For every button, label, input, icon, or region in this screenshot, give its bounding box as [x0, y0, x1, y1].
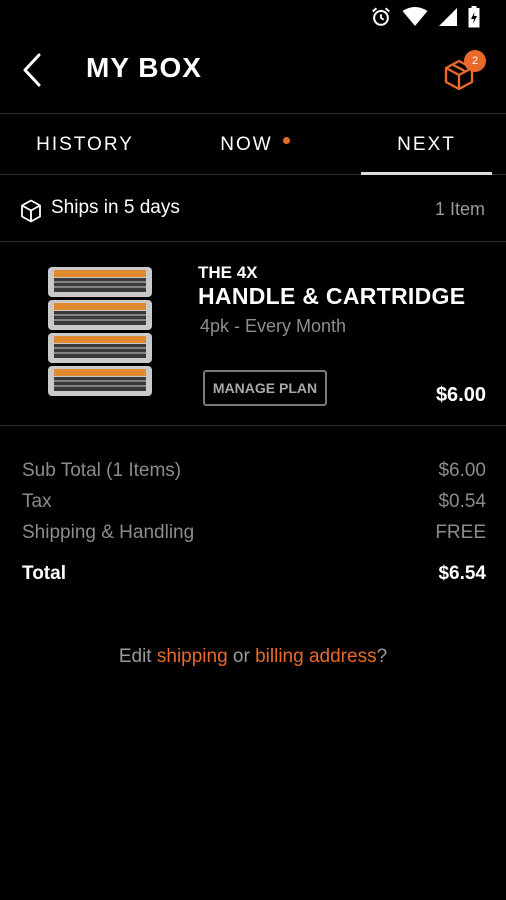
shipping-handling-row: Shipping & Handling FREE — [22, 522, 486, 550]
page-title: MY BOX — [86, 52, 202, 83]
tax-value: $0.54 — [438, 491, 486, 512]
edit-middle: or — [227, 646, 256, 667]
edit-billing-link[interactable]: billing address — [255, 646, 376, 667]
edit-address-line: Edit shipping or billing address? — [0, 646, 506, 668]
edit-prefix: Edit — [118, 646, 157, 667]
notification-dot — [282, 137, 290, 144]
tab-history[interactable]: HISTORY — [0, 114, 170, 175]
box-outline-icon — [21, 199, 41, 223]
tax-label: Tax — [22, 491, 52, 512]
shipping-info-row: Ships in 5 days 1 Item — [0, 176, 506, 242]
total-value: $6.54 — [438, 563, 486, 584]
razor-cartridges-image — [48, 267, 152, 396]
product-card: THE 4X HANDLE & CARTRIDGE 4pk - Every Mo… — [0, 243, 506, 426]
tab-now[interactable]: NOW — [170, 114, 340, 175]
product-name: HANDLE & CARTRIDGE — [198, 283, 466, 309]
tab-now-label: NOW — [220, 133, 273, 155]
ship-eta-text: Ships in 5 days — [51, 197, 180, 218]
cart-badge: 2 — [464, 50, 486, 72]
subtotal-label: Sub Total (1 Items) — [22, 460, 182, 481]
chevron-left-icon — [23, 53, 41, 87]
tab-history-label: HISTORY — [36, 133, 134, 155]
active-tab-indicator — [361, 172, 492, 175]
product-plan: 4pk - Every Month — [200, 316, 347, 336]
shipping-handling-value: FREE — [435, 522, 486, 543]
alarm-icon — [372, 7, 390, 26]
product-price: $6.00 — [435, 384, 486, 406]
item-count: 1 Item — [434, 199, 485, 219]
back-button[interactable] — [14, 50, 50, 90]
app-bar: MY BOX 2 — [0, 36, 506, 112]
signal-icon — [439, 8, 457, 26]
status-bar — [0, 0, 506, 36]
subtotal-row: Sub Total (1 Items) $6.00 — [22, 460, 486, 488]
subtotal-value: $6.00 — [438, 460, 486, 481]
shipping-handling-label: Shipping & Handling — [22, 522, 195, 543]
total-row: Total $6.54 — [22, 563, 486, 591]
edit-shipping-link[interactable]: shipping — [157, 646, 228, 667]
battery-icon — [468, 6, 480, 28]
tab-bar: HISTORY NOW NEXT — [0, 113, 506, 175]
box-cart-button[interactable]: 2 — [442, 50, 486, 94]
total-label: Total — [22, 563, 66, 584]
edit-suffix: ? — [376, 646, 388, 667]
tab-next-label: NEXT — [397, 133, 456, 155]
tab-next[interactable]: NEXT — [361, 114, 492, 175]
status-icons — [370, 6, 480, 28]
manage-plan-button[interactable]: MANAGE PLAN — [203, 370, 327, 406]
tax-row: Tax $0.54 — [22, 491, 486, 519]
product-brand-line: THE 4X — [198, 263, 258, 282]
wifi-icon — [402, 7, 428, 26]
